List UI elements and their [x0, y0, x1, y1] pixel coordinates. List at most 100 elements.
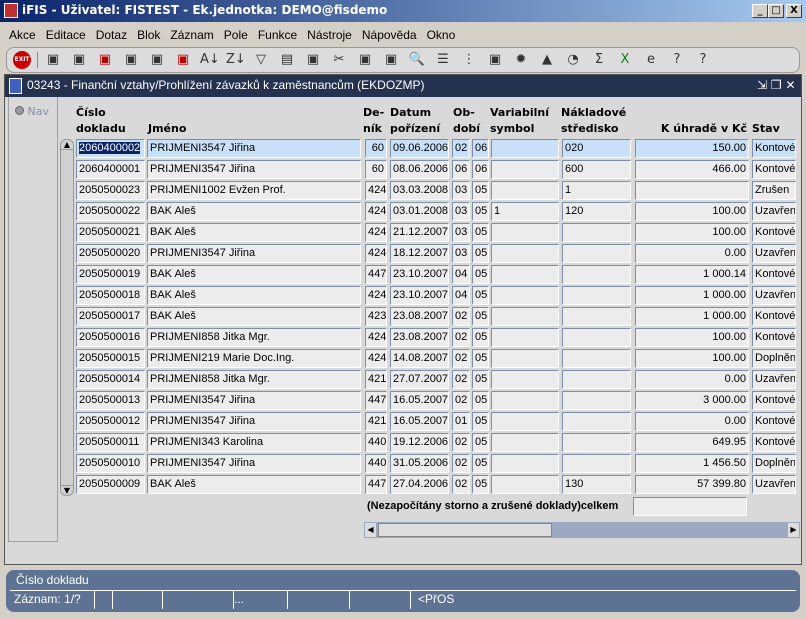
- cell-obdobi-1[interactable]: 02: [452, 433, 470, 452]
- scroll-left-icon[interactable]: ◀: [365, 523, 376, 537]
- paste-icon[interactable]: ▣: [382, 51, 400, 69]
- cell-variabilni-symbol[interactable]: [491, 412, 559, 431]
- sum-icon[interactable]: Σ: [590, 51, 608, 69]
- cell-obdobi-1[interactable]: 06: [452, 160, 470, 179]
- cell-nakladove-stredisko[interactable]: 600: [562, 160, 631, 179]
- cell-datum-porizeni[interactable]: 23.10.2007: [390, 265, 449, 284]
- cell-obdobi-1[interactable]: 02: [452, 349, 470, 368]
- cell-k-uhrade[interactable]: 0.00: [635, 244, 749, 263]
- cell-k-uhrade[interactable]: 57 399.80: [635, 475, 749, 494]
- cell-cislo-dokladu[interactable]: 2050500014: [76, 370, 145, 389]
- menu-pole[interactable]: Pole: [219, 26, 253, 46]
- menu-nastroje[interactable]: Nástroje: [302, 26, 357, 46]
- cell-datum-porizeni[interactable]: 16.05.2007: [390, 391, 449, 410]
- menu-zaznam[interactable]: Záznam: [165, 26, 218, 46]
- cell-obdobi-1[interactable]: 03: [452, 244, 470, 263]
- cell-jmeno[interactable]: BAK Aleš: [147, 307, 361, 326]
- cell-k-uhrade[interactable]: 649.95: [635, 433, 749, 452]
- cell-obdobi-2[interactable]: 05: [472, 223, 489, 242]
- cell-denik[interactable]: 447: [365, 265, 387, 284]
- browser-icon[interactable]: e: [642, 51, 660, 69]
- cell-stav[interactable]: Kontové: [752, 307, 796, 326]
- cell-nakladove-stredisko[interactable]: [562, 328, 631, 347]
- exit-icon[interactable]: EXIT: [13, 51, 31, 69]
- cell-obdobi-2[interactable]: 05: [472, 202, 489, 221]
- cell-cislo-dokladu[interactable]: 2050500021: [76, 223, 145, 242]
- scroll-right-icon[interactable]: ▶: [788, 523, 799, 537]
- cell-stav[interactable]: Doplněn: [752, 454, 796, 473]
- cell-k-uhrade[interactable]: [635, 181, 749, 200]
- list-icon[interactable]: ☰: [434, 51, 452, 69]
- cell-stav[interactable]: Kontové: [752, 139, 796, 158]
- cell-jmeno[interactable]: BAK Aleš: [147, 475, 361, 494]
- cell-obdobi-2[interactable]: 06: [472, 160, 489, 179]
- cell-cislo-dokladu[interactable]: 2050500010: [76, 454, 145, 473]
- clock-icon[interactable]: ◔: [564, 51, 582, 69]
- cell-obdobi-1[interactable]: 03: [452, 181, 470, 200]
- vertical-scrollbar[interactable]: ▲ ▼: [60, 139, 74, 496]
- cell-variabilni-symbol[interactable]: [491, 139, 559, 158]
- cell-denik[interactable]: 424: [365, 244, 387, 263]
- query-icon[interactable]: ▣: [122, 51, 140, 69]
- cell-jmeno[interactable]: BAK Aleš: [147, 265, 361, 284]
- cell-variabilni-symbol[interactable]: [491, 244, 559, 263]
- cell-nakladove-stredisko[interactable]: 1: [562, 181, 631, 200]
- cell-stav[interactable]: Kontové: [752, 328, 796, 347]
- cell-stav[interactable]: Uzavřen: [752, 286, 796, 305]
- cell-stav[interactable]: Uzavřen: [752, 370, 796, 389]
- sort-asc-icon[interactable]: A↓: [200, 51, 220, 69]
- cell-obdobi-1[interactable]: 03: [452, 223, 470, 242]
- cell-obdobi-2[interactable]: 05: [472, 370, 489, 389]
- cell-variabilni-symbol[interactable]: [491, 265, 559, 284]
- help-icon[interactable]: ?: [668, 51, 686, 69]
- menu-editace[interactable]: Editace: [41, 26, 91, 46]
- cell-jmeno[interactable]: PRIJMENI1002 Evžen Prof.: [147, 181, 361, 200]
- cell-k-uhrade[interactable]: 1 000.00: [635, 286, 749, 305]
- cell-nakladove-stredisko[interactable]: [562, 223, 631, 242]
- menu-dotaz[interactable]: Dotaz: [91, 26, 132, 46]
- cell-jmeno[interactable]: PRIJMENI858 Jitka Mgr.: [147, 370, 361, 389]
- cell-variabilni-symbol[interactable]: 1: [491, 202, 559, 221]
- cell-denik[interactable]: 424: [365, 223, 387, 242]
- cell-datum-porizeni[interactable]: 03.03.2008: [390, 181, 449, 200]
- cell-k-uhrade[interactable]: 0.00: [635, 370, 749, 389]
- cell-stav[interactable]: Kontové: [752, 412, 796, 431]
- cell-nakladove-stredisko[interactable]: [562, 370, 631, 389]
- cell-stav[interactable]: Kontové: [752, 223, 796, 242]
- print-icon[interactable]: ▤: [278, 51, 296, 69]
- cell-obdobi-2[interactable]: 05: [472, 265, 489, 284]
- cell-nakladove-stredisko[interactable]: 130: [562, 475, 631, 494]
- cell-datum-porizeni[interactable]: 09.06.2006: [390, 139, 449, 158]
- cell-jmeno[interactable]: BAK Aleš: [147, 286, 361, 305]
- scroll-up-icon[interactable]: ▲: [61, 140, 73, 150]
- cell-datum-porizeni[interactable]: 31.05.2006: [390, 454, 449, 473]
- cell-variabilni-symbol[interactable]: [491, 370, 559, 389]
- execute-query-icon[interactable]: ▣: [148, 51, 166, 69]
- cell-cislo-dokladu[interactable]: 2050500015: [76, 349, 145, 368]
- close-button[interactable]: X: [786, 4, 802, 18]
- cell-denik[interactable]: 440: [365, 433, 387, 452]
- cell-jmeno[interactable]: PRIJMENI858 Jitka Mgr.: [147, 328, 361, 347]
- cell-stav[interactable]: Kontové: [752, 391, 796, 410]
- cell-variabilni-symbol[interactable]: [491, 349, 559, 368]
- cell-k-uhrade[interactable]: 0.00: [635, 412, 749, 431]
- menu-funkce[interactable]: Funkce: [253, 26, 302, 46]
- cell-datum-porizeni[interactable]: 08.06.2006: [390, 160, 449, 179]
- print-setup-icon[interactable]: ▣: [304, 51, 322, 69]
- cell-jmeno[interactable]: PRIJMENI3547 Jiřina: [147, 139, 361, 158]
- cell-stav[interactable]: Kontové: [752, 433, 796, 452]
- cell-jmeno[interactable]: BAK Aleš: [147, 223, 361, 242]
- settings-icon[interactable]: ✹: [512, 51, 530, 69]
- cell-cislo-dokladu[interactable]: 2050500023: [76, 181, 145, 200]
- warning-icon[interactable]: ▲: [538, 51, 556, 69]
- cell-k-uhrade[interactable]: 466.00: [635, 160, 749, 179]
- cell-k-uhrade[interactable]: 100.00: [635, 328, 749, 347]
- cell-cislo-dokladu[interactable]: 2050500018: [76, 286, 145, 305]
- cell-obdobi-1[interactable]: 03: [452, 202, 470, 221]
- cell-datum-porizeni[interactable]: 27.04.2006: [390, 475, 449, 494]
- cell-cislo-dokladu[interactable]: 2050500011: [76, 433, 145, 452]
- cell-k-uhrade[interactable]: 1 456.50: [635, 454, 749, 473]
- save-icon[interactable]: ▣: [70, 51, 88, 69]
- cell-stav[interactable]: Uzavřen: [752, 475, 796, 494]
- find-icon[interactable]: 🔍: [408, 51, 426, 69]
